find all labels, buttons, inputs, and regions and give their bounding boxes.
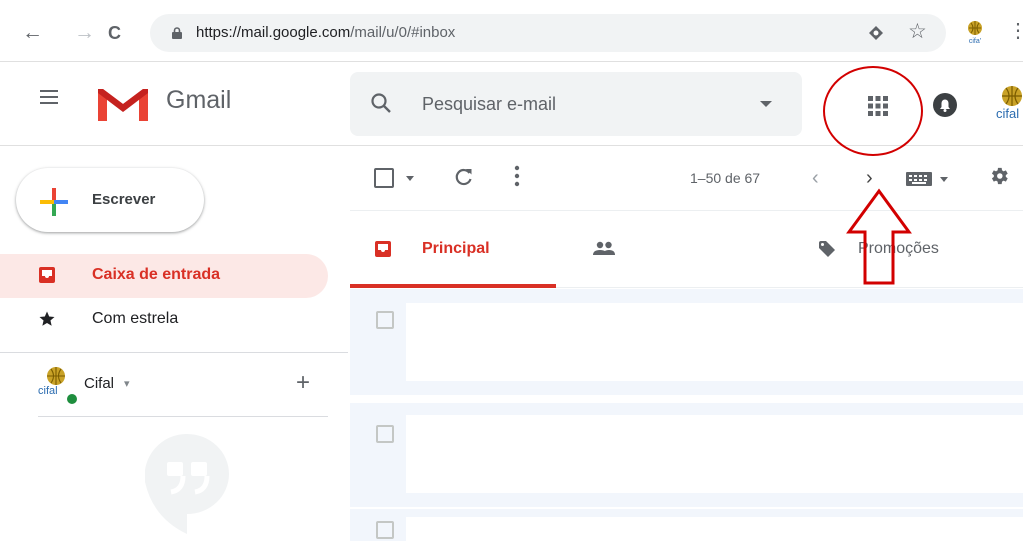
compose-plus-icon xyxy=(40,188,68,216)
inbox-icon xyxy=(39,267,55,283)
email-row-placeholder xyxy=(406,517,1023,541)
previous-page-button[interactable]: ‹ xyxy=(812,167,819,190)
tab-social[interactable] xyxy=(556,212,762,288)
hangouts-user-name: Cifal xyxy=(84,375,115,392)
email-row[interactable] xyxy=(350,289,1023,395)
inbox-category-tabs: Principal Promoções xyxy=(350,212,1023,288)
sidebar-divider xyxy=(0,352,348,353)
select-options-caret-icon[interactable] xyxy=(406,176,414,181)
search-options-caret-icon[interactable] xyxy=(760,101,772,107)
lock-icon xyxy=(172,27,182,39)
google-apps-grid-icon[interactable] xyxy=(868,96,888,116)
gmail-wordmark: Gmail xyxy=(166,86,232,114)
email-row[interactable] xyxy=(350,403,1023,507)
reload-button[interactable]: C xyxy=(108,20,121,46)
compose-label: Escrever xyxy=(92,191,156,208)
notifications-bell-icon[interactable] xyxy=(932,92,958,118)
extension-icon[interactable] xyxy=(868,25,884,41)
select-all-checkbox[interactable] xyxy=(374,168,394,188)
pagination-range: 1–50 de 67 xyxy=(690,170,761,186)
gmail-logo-icon[interactable] xyxy=(94,83,152,125)
hangouts-avatar-logo-text: cifal xyxy=(38,385,58,397)
tab-promotions[interactable]: Promoções xyxy=(762,212,1023,288)
svg-text:cifa': cifa' xyxy=(969,38,981,45)
email-row[interactable] xyxy=(350,509,1023,541)
star-icon xyxy=(39,311,55,326)
hangouts-quote-icon xyxy=(145,434,229,534)
sidebar-item-starred[interactable]: Com estrela xyxy=(0,298,328,342)
inbox-tab-icon xyxy=(375,241,391,257)
gmail-header: Gmail cifal xyxy=(0,62,1023,146)
promotions-tag-icon xyxy=(819,241,835,257)
new-conversation-button[interactable]: + xyxy=(296,371,310,395)
refresh-icon[interactable] xyxy=(454,167,474,187)
tab-label: Promoções xyxy=(858,240,939,257)
forward-button[interactable]: → xyxy=(74,20,95,46)
hangouts-user-switcher[interactable]: cifal Cifal ▾ xyxy=(38,365,328,405)
tab-primary[interactable]: Principal xyxy=(350,212,556,288)
browser-profile-icon[interactable]: cifa' xyxy=(962,19,988,50)
search-input[interactable] xyxy=(422,91,742,117)
social-people-icon xyxy=(593,241,615,255)
hangouts-divider xyxy=(38,416,328,417)
more-options-icon[interactable] xyxy=(514,165,520,187)
online-status-dot xyxy=(66,393,78,405)
email-row-placeholder xyxy=(406,415,1023,493)
chevron-down-icon[interactable]: ▾ xyxy=(124,377,130,390)
row-checkbox[interactable] xyxy=(376,425,394,443)
compose-button[interactable]: Escrever xyxy=(16,168,204,232)
next-page-button[interactable]: › xyxy=(866,167,873,190)
keyboard-icon[interactable] xyxy=(906,172,932,186)
browser-toolbar: ← → C https://mail.google.com/mail/u/0/#… xyxy=(0,0,1023,62)
sidebar-item-label: Caixa de entrada xyxy=(92,266,221,283)
browser-menu-icon[interactable]: ⋮ xyxy=(1008,18,1023,43)
url-path: /mail/u/0/#inbox xyxy=(350,24,456,41)
sidebar-item-label: Com estrela xyxy=(92,310,179,327)
settings-gear-icon[interactable] xyxy=(988,165,1010,187)
address-bar[interactable]: https://mail.google.com/mail/u/0/#inbox … xyxy=(150,14,946,52)
row-checkbox[interactable] xyxy=(376,311,394,329)
tab-label: Principal xyxy=(422,240,490,257)
email-row-placeholder xyxy=(406,303,1023,381)
url-host: https://mail.google.com xyxy=(196,24,351,41)
sidebar-item-inbox[interactable]: Caixa de entrada xyxy=(0,254,328,298)
mail-toolbar: 1–50 de 67 ‹ › xyxy=(350,147,1023,211)
url-text: https://mail.google.com/mail/u/0/#inbox xyxy=(196,24,455,41)
row-checkbox[interactable] xyxy=(376,521,394,539)
account-logo-text: cifal xyxy=(996,106,1020,121)
main-menu-icon[interactable] xyxy=(40,90,58,104)
back-button[interactable]: ← xyxy=(22,20,43,46)
hangouts-avatar: cifal xyxy=(38,365,78,406)
search-bar[interactable] xyxy=(350,72,802,136)
account-avatar[interactable]: cifal xyxy=(988,82,1023,131)
search-icon[interactable] xyxy=(370,92,392,114)
bookmark-star-icon[interactable]: ☆ xyxy=(908,19,927,44)
input-tools-caret-icon[interactable] xyxy=(940,177,948,182)
